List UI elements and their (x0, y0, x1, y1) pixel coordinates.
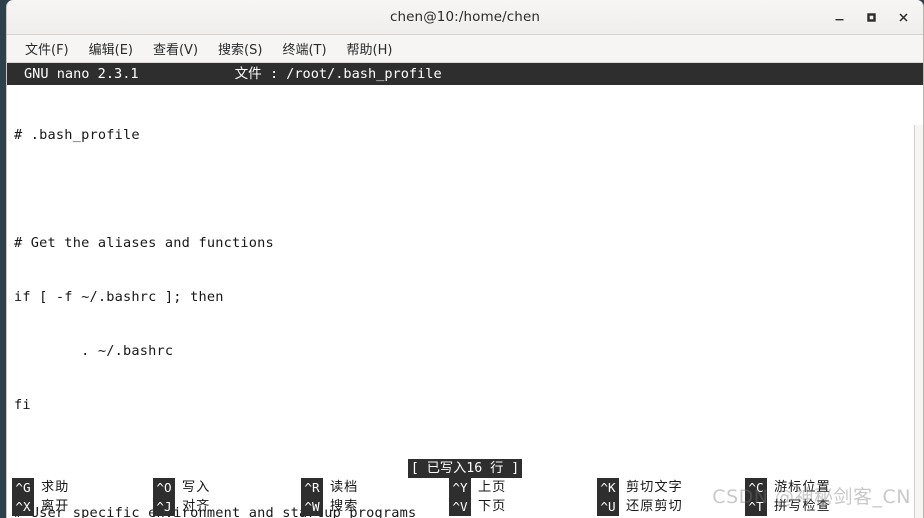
menu-item-view[interactable]: 查看(V) (144, 36, 207, 62)
code-line: # .bash_profile (14, 127, 140, 143)
shortcut-key: ^Y (449, 478, 471, 497)
shortcut-key: ^O (153, 478, 175, 497)
shortcut-key: ^K (597, 478, 619, 497)
code-line: # Get the aliases and functions (14, 235, 274, 251)
shortcut-label: 上页 (478, 479, 507, 495)
code-line: if [ -f ~/.bashrc ]; then (14, 289, 224, 305)
maximize-icon (866, 12, 876, 22)
close-icon (898, 12, 908, 22)
shortcut-exit[interactable]: ^X 离开 (12, 497, 153, 516)
shortcut-key: ^G (12, 478, 34, 497)
menu-item-file[interactable]: 文件(F) (16, 36, 78, 62)
shortcut-nextpage[interactable]: ^V 下页 (449, 497, 597, 516)
maximize-button[interactable] (855, 2, 887, 32)
window-controls (823, 0, 919, 34)
shortcut-help[interactable]: ^G 求助 (12, 478, 153, 497)
editor-text-area[interactable]: # .bash_profile # Get the aliases and fu… (7, 85, 923, 518)
shortcut-label: 读档 (330, 479, 359, 495)
shortcut-label: 离开 (41, 498, 70, 514)
menu-bar: 文件(F) 编辑(E) 查看(V) 搜索(S) 终端(T) 帮助(H) (7, 35, 923, 63)
shortcut-label: 还原剪切 (626, 498, 683, 514)
nano-version: GNU nano 2.3.1 (24, 66, 139, 82)
title-bar[interactable]: chen@10:/home/chen (7, 0, 923, 35)
shortcut-key: ^X (12, 497, 34, 516)
shortcut-readfile[interactable]: ^R 读档 (301, 478, 449, 497)
close-button[interactable] (887, 2, 919, 32)
desktop-background: chen@10:/home/chen 文件(F) 编辑(E) 查看(V) 搜索(… (0, 0, 924, 518)
minimize-button[interactable] (823, 2, 855, 32)
shortcut-key: ^J (153, 497, 175, 516)
window-title: chen@10:/home/chen (389, 9, 541, 25)
csdn-watermark: CSDN @神秘剑客_CN (712, 486, 911, 508)
shortcut-prevpage[interactable]: ^Y 上页 (449, 478, 597, 497)
code-line: fi (14, 397, 31, 413)
nano-title-bar: GNU nano 2.3.1 文件 : /root/.bash_profile (7, 63, 923, 85)
shortcut-label: 写入 (182, 479, 211, 495)
terminal-window: chen@10:/home/chen 文件(F) 编辑(E) 查看(V) 搜索(… (6, 0, 924, 518)
shortcut-label: 求助 (41, 479, 70, 495)
shortcut-key: ^R (301, 478, 323, 497)
terminal-view[interactable]: GNU nano 2.3.1 文件 : /root/.bash_profile … (7, 63, 923, 518)
shortcut-label: 剪切文字 (626, 479, 683, 495)
menu-item-terminal[interactable]: 终端(T) (273, 36, 335, 62)
shortcut-key: ^U (597, 497, 619, 516)
shortcut-label: 对齐 (182, 498, 211, 514)
shortcut-key: ^W (301, 497, 323, 516)
shortcut-whereis[interactable]: ^W 搜索 (301, 497, 449, 516)
status-message: [ 已写入16 行 ] (407, 459, 523, 478)
shortcut-key: ^V (449, 497, 471, 516)
nano-file-path: /root/.bash_profile (286, 66, 442, 82)
shortcut-writeout[interactable]: ^O 写入 (153, 478, 301, 497)
menu-item-search[interactable]: 搜索(S) (209, 36, 271, 62)
nano-file-label: 文件 : (234, 66, 279, 82)
minimize-icon (835, 18, 843, 20)
shortcut-justify[interactable]: ^J 对齐 (153, 497, 301, 516)
code-line: . ~/.bashrc (14, 343, 174, 359)
menu-item-edit[interactable]: 编辑(E) (80, 36, 142, 62)
shortcut-label: 搜索 (330, 498, 359, 514)
shortcut-label: 下页 (478, 498, 507, 514)
menu-item-help[interactable]: 帮助(H) (338, 36, 402, 62)
status-line: [ 已写入16 行 ] (7, 459, 923, 478)
